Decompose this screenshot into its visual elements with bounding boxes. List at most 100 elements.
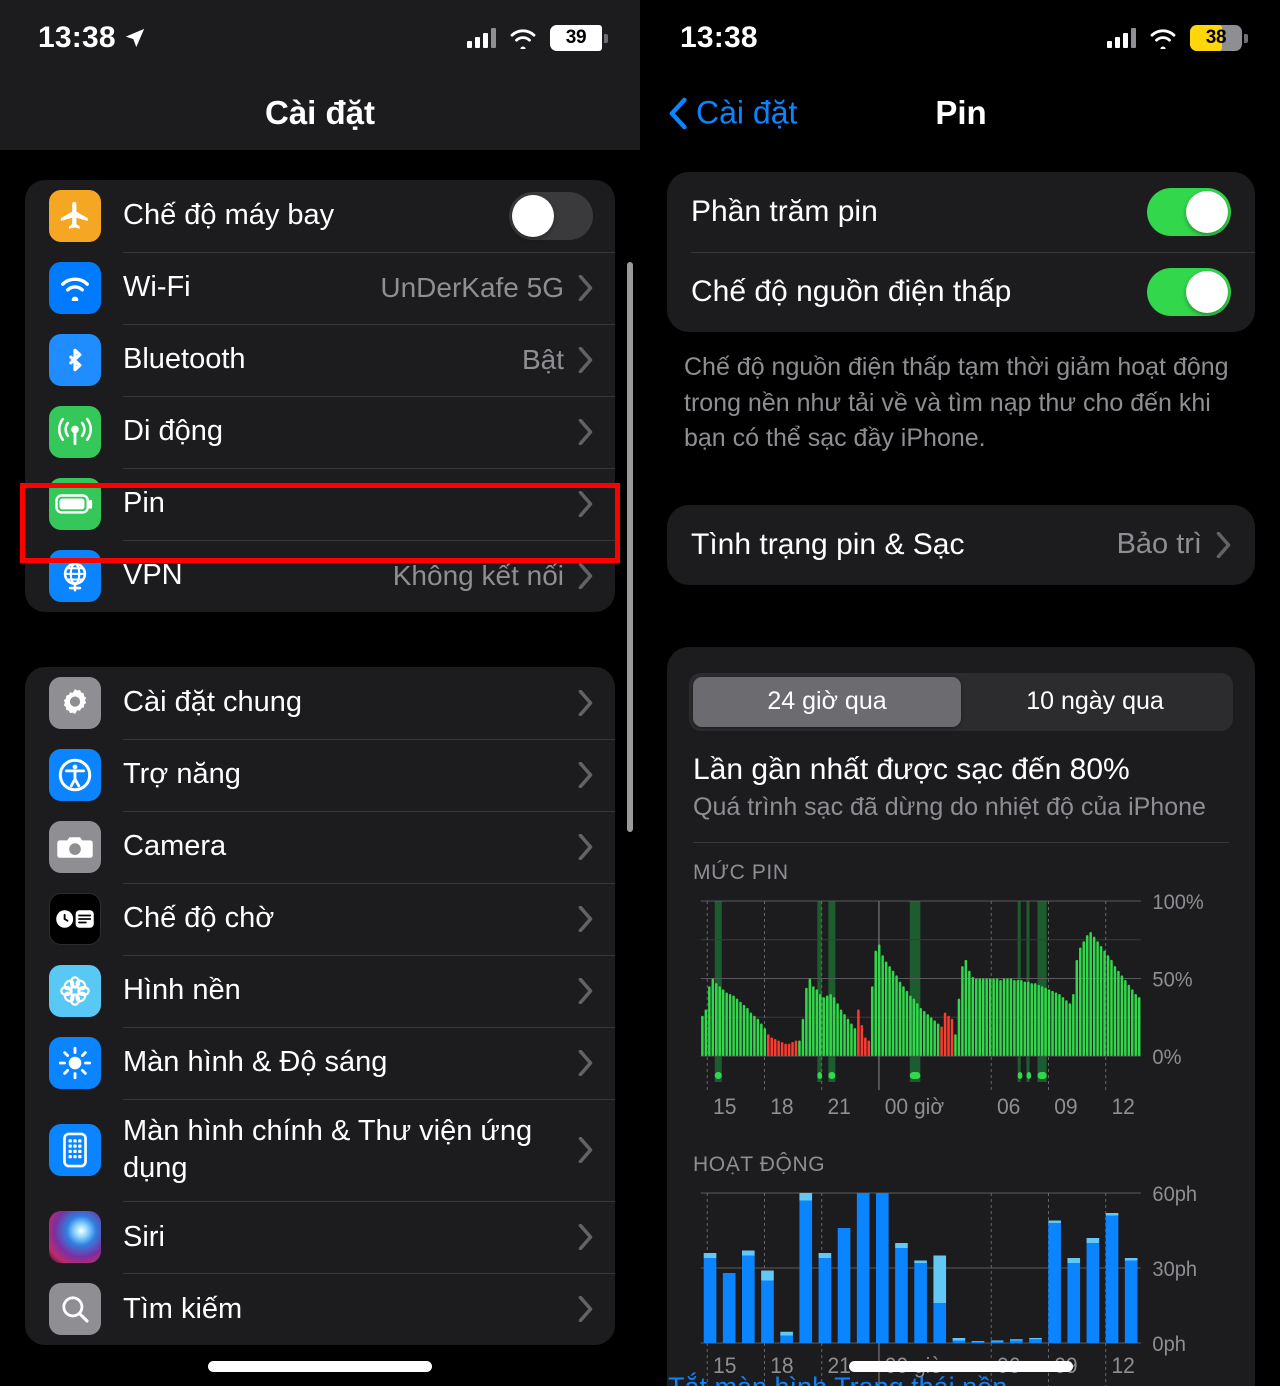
chevron-right-icon <box>578 563 593 589</box>
back-button[interactable]: Cài đặt <box>668 95 797 132</box>
battery-health-row[interactable]: Tình trạng pin & Sạc Bảo trì <box>667 505 1255 585</box>
settings-group-connectivity: Chế độ máy bay Wi-Fi UnDerKafe 5G Blueto… <box>25 180 615 612</box>
dual-screenshot: 13:38 39 Cài đặt Chế độ máy bay Wi-Fi Un… <box>0 0 1280 1386</box>
left-phone-panel: 13:38 39 Cài đặt Chế độ máy bay Wi-Fi Un… <box>0 0 640 1386</box>
sidebar-item-battery[interactable]: Pin <box>25 468 615 540</box>
svg-text:09: 09 <box>1054 1094 1077 1119</box>
left-settings-scroll[interactable]: Chế độ máy bay Wi-Fi UnDerKafe 5G Blueto… <box>0 150 640 1386</box>
svg-text:00 giờ: 00 giờ <box>885 1094 944 1119</box>
chevron-right-icon <box>578 1050 593 1076</box>
svg-text:0ph: 0ph <box>1152 1332 1186 1355</box>
battery-icon <box>49 478 101 530</box>
home-indicator-left <box>208 1361 432 1372</box>
sidebar-item-wallpaper[interactable]: Hình nền <box>25 955 615 1027</box>
last-charge-title: Lần gần nhất được sạc đến 80% <box>693 752 1130 786</box>
airplane-icon <box>49 190 101 242</box>
svg-text:100%: 100% <box>1152 891 1203 914</box>
cellular-icon <box>49 406 101 458</box>
sidebar-item-label: Trợ năng <box>123 758 241 791</box>
low-power-mode-toggle[interactable] <box>1147 268 1231 316</box>
sidebar-item-label: Camera <box>123 830 227 863</box>
svg-text:15: 15 <box>713 1094 736 1119</box>
cellular-bars-icon <box>467 28 496 48</box>
home-indicator-right <box>849 1361 1073 1372</box>
time-range-segmented-control[interactable]: 24 giờ qua 10 ngày qua <box>689 672 1233 731</box>
tab-last-24-hours[interactable]: 24 giờ qua <box>693 676 961 727</box>
sidebar-item-cellular[interactable]: Di động <box>25 396 615 468</box>
chevron-right-icon <box>578 419 593 445</box>
svg-text:60ph: 60ph <box>1152 1183 1197 1206</box>
status-time-group-right: 13:38 <box>680 21 758 55</box>
sidebar-item-label: VPN <box>123 559 183 592</box>
sidebar-item-label: Tìm kiếm <box>123 1292 243 1325</box>
left-navigation-bar: Cài đặt <box>0 76 640 150</box>
page-title-right: Pin <box>935 94 987 131</box>
accessibility-icon <box>49 749 101 801</box>
brightness-sun-icon <box>49 1037 101 1089</box>
vpn-globe-icon <box>49 550 101 602</box>
battery-percentage-toggle[interactable] <box>1147 188 1231 236</box>
sidebar-item-general[interactable]: Cài đặt chung <box>25 667 615 739</box>
battery-health-group: Tình trạng pin & Sạc Bảo trì <box>667 504 1255 585</box>
sidebar-item-wifi[interactable]: Wi-Fi UnDerKafe 5G <box>25 252 615 324</box>
sidebar-item-display-brightness[interactable]: Màn hình & Độ sáng <box>25 1027 615 1099</box>
chevron-right-icon <box>578 978 593 1004</box>
sidebar-item-home-screen[interactable]: Màn hình chính & Thư viện ứng dụng <box>25 1099 615 1201</box>
left-status-indicators: 39 <box>467 25 608 51</box>
location-arrow-icon <box>125 28 144 48</box>
sidebar-item-label: Wi-Fi <box>123 271 191 304</box>
sidebar-item-label: Hình nền <box>123 974 241 1007</box>
battery-status-icon: 38 <box>1190 25 1248 51</box>
svg-text:50%: 50% <box>1152 968 1192 991</box>
battery-status-icon: 39 <box>550 25 608 51</box>
chevron-right-icon <box>1216 531 1231 558</box>
sidebar-item-search[interactable]: Tìm kiếm <box>25 1273 615 1345</box>
battery-level-chart-title: MỨC PIN <box>693 860 789 884</box>
status-time: 13:38 <box>680 21 758 54</box>
battery-percentage-row[interactable]: Phần trăm pin <box>667 172 1255 252</box>
left-status-bar: 13:38 39 <box>0 0 640 76</box>
chevron-right-icon <box>578 275 593 301</box>
page-title-left: Cài đặt <box>264 94 376 131</box>
chevron-right-icon <box>578 1296 593 1323</box>
wifi-icon <box>1150 29 1176 49</box>
sidebar-item-airplane-mode[interactable]: Chế độ máy bay <box>25 180 615 252</box>
sidebar-item-bluetooth[interactable]: Bluetooth Bật <box>25 324 615 396</box>
chevron-right-icon <box>578 906 593 932</box>
battery-settings-scroll[interactable]: Phần trăm pin Chế độ nguồn điện thấp Chế… <box>642 150 1280 1386</box>
right-phone-panel: 13:38 38 Cài đặt Pin Phần trăm pin Chế đ… <box>640 0 1280 1386</box>
sidebar-item-siri[interactable]: Siri <box>25 1201 615 1273</box>
airplane-mode-toggle[interactable] <box>509 192 593 240</box>
sidebar-item-label: Cài đặt chung <box>123 686 302 719</box>
search-icon <box>49 1283 101 1336</box>
low-power-mode-description: Chế độ nguồn điện thấp tạm thời giảm hoạ… <box>684 353 1229 452</box>
card-divider <box>693 841 1229 843</box>
sidebar-item-vpn[interactable]: VPN Không kết nối <box>25 540 615 612</box>
chevron-left-icon <box>669 97 687 129</box>
chevron-right-icon <box>578 834 593 860</box>
bluetooth-icon <box>49 334 101 386</box>
status-time: 13:38 <box>38 21 116 54</box>
wifi-icon <box>510 29 536 49</box>
left-scrollbar[interactable] <box>627 262 633 832</box>
legend-cut-text: Tắt màn hình Trạng thái nền <box>668 1372 1228 1386</box>
battery-health-label: Tình trạng pin & Sạc <box>691 527 965 561</box>
last-charge-subtitle: Quá trình sạc đã dừng do nhiệt độ của iP… <box>693 792 1206 821</box>
svg-text:0%: 0% <box>1152 1045 1181 1068</box>
right-status-bar: 13:38 38 <box>642 0 1280 76</box>
sidebar-item-standby[interactable]: Chế độ chờ <box>25 883 615 955</box>
siri-icon <box>49 1211 101 1264</box>
right-status-indicators: 38 <box>1107 25 1248 51</box>
sidebar-item-label: Bluetooth <box>123 343 246 376</box>
standby-icon <box>49 893 101 945</box>
sidebar-item-label: Siri <box>123 1220 165 1253</box>
chevron-right-icon <box>578 1137 593 1164</box>
back-button-label: Cài đặt <box>696 94 798 131</box>
tab-last-10-days[interactable]: 10 ngày qua <box>961 677 1229 727</box>
svg-text:21: 21 <box>827 1094 850 1119</box>
sidebar-item-accessibility[interactable]: Trợ năng <box>25 739 615 811</box>
sidebar-item-camera[interactable]: Camera <box>25 811 615 883</box>
low-power-mode-row[interactable]: Chế độ nguồn điện thấp <box>667 252 1255 332</box>
activity-chart-title: HOẠT ĐỘNG <box>693 1152 826 1176</box>
wifi-network-value: UnDerKafe 5G <box>380 272 564 303</box>
